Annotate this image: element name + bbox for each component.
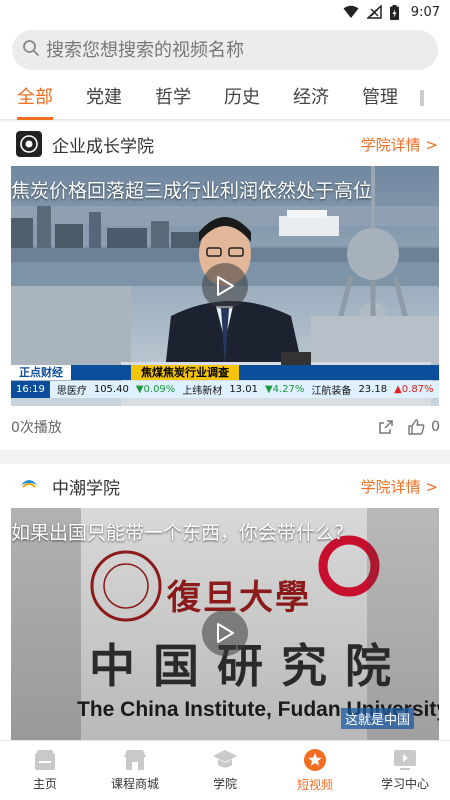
nav-home[interactable]: 主页	[0, 741, 90, 800]
play-button[interactable]	[202, 610, 248, 656]
stock-change-value: 4.27%	[272, 384, 305, 395]
stock-price: 105.40	[93, 384, 129, 395]
share-icon[interactable]	[378, 419, 394, 435]
thumbs-up-icon	[408, 419, 425, 435]
wifi-icon	[343, 5, 359, 19]
nav-short-video[interactable]: 短视频	[270, 741, 360, 800]
battery-charging-icon	[389, 4, 399, 20]
nav-label: 短视频	[296, 778, 333, 792]
home-icon	[35, 750, 55, 770]
stock-change-value: 0.87%	[401, 384, 434, 395]
play-icon	[217, 623, 234, 643]
play-screen-icon	[394, 750, 416, 770]
tab-philosophy[interactable]: 哲学	[155, 76, 191, 120]
stock-change: ▼4.27%	[264, 384, 305, 395]
stock-ticker: 16:19 思医疗 105.40 ▼0.09% 上纬新材 13.01 ▼4.27…	[11, 381, 439, 398]
play-count: 0次播放	[11, 420, 62, 436]
nav-label: 学院	[212, 777, 237, 791]
school-name[interactable]: 企业成长学院	[52, 132, 361, 157]
video-card: 企业成长学院 学院详情 > 焦炭价格回落超三成行业利润依然处于高位 正点财经 焦…	[0, 122, 450, 450]
video-title[interactable]: 焦炭价格回落超三成行业利润依然处于高位	[11, 176, 372, 203]
video-player[interactable]: 焦炭价格回落超三成行业利润依然处于高位 正点财经 焦煤焦炭行业调查 16:19 …	[11, 166, 439, 406]
tab-history[interactable]: 历史	[224, 76, 260, 120]
app-screen: 9:07 全部 党建 哲学 历史 经济 管理 企业成长学院 学院详情 >	[0, 0, 450, 800]
clock: 9:07	[410, 4, 440, 20]
like-count: 0	[431, 419, 440, 435]
card-header: 中潮学院 学院详情 >	[0, 464, 450, 508]
card-footer: 0次播放 0	[0, 406, 450, 448]
ticker-time: 16:19	[11, 381, 50, 398]
video-card: 中潮学院 学院详情 > 復旦大學 中国研究院 The China Institu…	[0, 464, 450, 740]
school-name[interactable]: 中潮学院	[52, 474, 361, 499]
like-button[interactable]: 0	[408, 419, 440, 435]
ticker-topic: 焦煤焦炭行业调查	[131, 365, 239, 380]
tab-economics[interactable]: 经济	[293, 76, 329, 120]
stock-name: 江航装备	[311, 386, 352, 397]
search-icon	[22, 39, 40, 61]
star-icon	[304, 749, 326, 771]
video-title[interactable]: 如果出国只能带一个东西，你会带什么？	[11, 518, 353, 545]
store-icon	[124, 750, 146, 770]
school-logo[interactable]	[16, 473, 42, 499]
show-watermark: 这就是中国	[341, 708, 415, 729]
school-detail-link[interactable]: 学院详情 >	[361, 476, 438, 497]
news-ticker-headline: 正点财经 焦煤焦炭行业调查	[11, 365, 439, 380]
signal-off-icon	[366, 5, 382, 19]
card-header: 企业成长学院 学院详情 >	[0, 122, 450, 166]
school-detail-link[interactable]: 学院详情 >	[361, 134, 438, 155]
stock-name: 思医疗	[56, 386, 87, 397]
category-tabs: 全部 党建 哲学 历史 经济 管理	[0, 76, 450, 120]
search-bar	[0, 24, 450, 76]
status-bar: 9:07	[0, 0, 450, 24]
nav-learning-center[interactable]: 学习中心	[360, 741, 450, 800]
fudan-calligraphy: 復旦大學	[167, 578, 311, 618]
nav-college[interactable]: 学院	[180, 741, 270, 800]
search-input[interactable]	[46, 39, 426, 61]
stock-price: 23.18	[358, 384, 388, 395]
stock-price: 13.01	[229, 384, 258, 395]
school-logo[interactable]	[16, 131, 42, 157]
stock-name: 上纬新材	[182, 386, 223, 397]
bottom-navigation: 主页 课程商城 学院 短视频 学习中心	[0, 740, 450, 800]
tab-party-building[interactable]: 党建	[86, 76, 122, 120]
stock-change-value: 0.09%	[143, 384, 176, 395]
graduation-cap-icon	[213, 750, 237, 768]
search-box[interactable]	[12, 30, 438, 70]
play-button[interactable]	[202, 263, 248, 309]
stock-change: ▲0.87%	[394, 384, 434, 395]
nav-label: 主页	[32, 777, 57, 791]
nav-course-store[interactable]: 课程商城	[90, 741, 180, 800]
play-icon	[217, 276, 234, 296]
nav-label: 课程商城	[110, 777, 159, 791]
tab-all[interactable]: 全部	[17, 76, 53, 120]
tab-overflow-partial[interactable]	[414, 76, 434, 120]
stock-change: ▼0.09%	[135, 384, 176, 395]
nav-label: 学习中心	[380, 777, 429, 791]
institute-name-cn: 中国研究院	[89, 639, 409, 693]
video-player[interactable]: 復旦大學 中国研究院 The China Institute, Fudan Un…	[11, 508, 439, 740]
ticker-brand: 正点财经	[11, 365, 71, 380]
tab-management[interactable]: 管理	[362, 76, 398, 120]
